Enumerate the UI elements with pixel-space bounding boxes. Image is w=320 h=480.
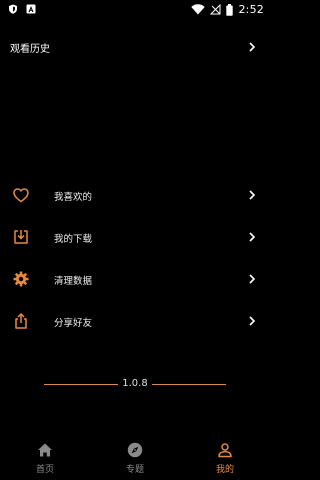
divider (152, 384, 226, 385)
menu-label: 分享好友 (54, 318, 93, 329)
menu-item-share[interactable]: 分享好友 (0, 308, 270, 334)
tab-label: 首页 (35, 465, 54, 475)
gear-icon (13, 271, 29, 287)
chevron-right-icon (249, 232, 256, 242)
menu-item-clear-data[interactable]: 清理数据 (0, 266, 270, 292)
bottom-tab-bar: 首页 专题 我的 (0, 438, 270, 480)
tab-mine[interactable]: 我的 (180, 438, 270, 480)
chevron-right-icon (249, 274, 256, 284)
chevron-right-icon (249, 42, 256, 52)
tab-label: 我的 (215, 465, 234, 475)
heart-icon (13, 188, 29, 203)
download-icon (14, 230, 28, 244)
no-signal-icon (210, 4, 221, 15)
share-icon (15, 312, 27, 329)
chevron-right-icon (249, 316, 256, 326)
menu-item-favorites[interactable]: 我喜欢的 (0, 182, 270, 208)
tab-label: 专题 (125, 465, 144, 475)
app-notification-icon (26, 4, 36, 14)
menu-label: 清理数据 (54, 276, 93, 287)
chevron-right-icon (249, 190, 256, 200)
version-footer: 1.0.8 (44, 376, 226, 392)
watch-history-row[interactable]: 观看历史 (0, 36, 270, 58)
person-icon (218, 443, 232, 458)
menu-item-downloads[interactable]: 我的下载 (0, 224, 270, 250)
tab-topics[interactable]: 专题 (90, 438, 180, 480)
compass-icon (127, 442, 143, 458)
wifi-icon (191, 4, 206, 15)
tab-home[interactable]: 首页 (0, 438, 90, 480)
menu-label: 我的下载 (54, 234, 93, 245)
menu-label: 我喜欢的 (54, 192, 93, 203)
clock: 2:52 (238, 3, 264, 16)
home-icon (38, 443, 52, 457)
status-bar: 2:52 (0, 0, 270, 20)
battery-icon (226, 3, 234, 16)
shield-notification-icon (9, 4, 17, 14)
watch-history-label: 观看历史 (10, 44, 50, 55)
